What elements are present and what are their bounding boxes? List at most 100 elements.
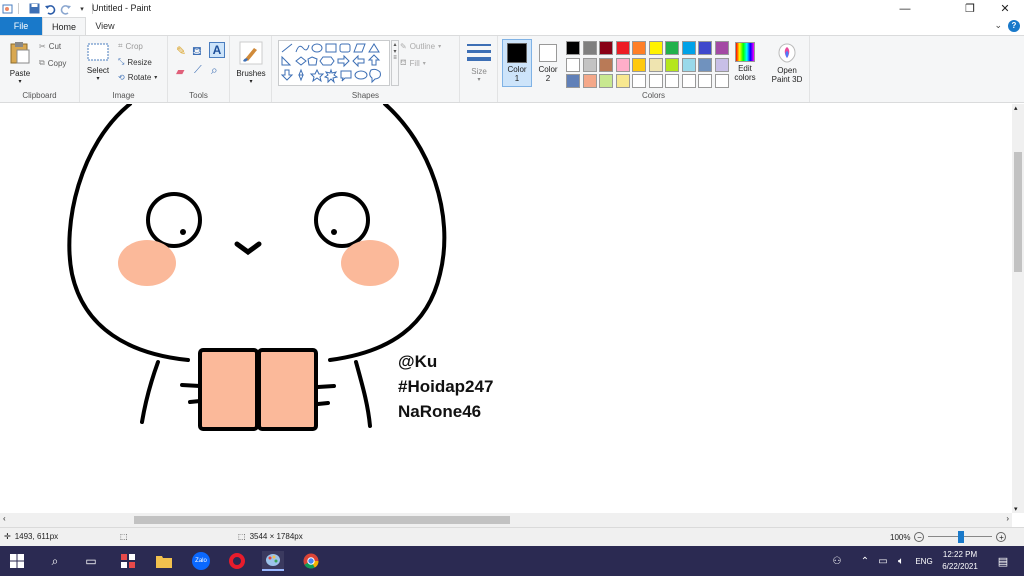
horizontal-scroll-thumb[interactable]: [134, 516, 510, 524]
paint-app-icon[interactable]: [2, 3, 14, 15]
copy-label: Copy: [47, 58, 67, 68]
tab-home[interactable]: Home: [42, 17, 86, 35]
zoom-slider[interactable]: [928, 531, 993, 543]
palette-swatch[interactable]: [665, 57, 679, 72]
drawing-canvas[interactable]: @Ku #Hoidap247 NaRone46: [0, 104, 1012, 513]
text-tool-icon[interactable]: A: [209, 42, 225, 58]
tab-view[interactable]: View: [86, 17, 124, 35]
volume-icon[interactable]: 🔈︎: [890, 551, 912, 571]
chrome-browser-icon[interactable]: [300, 551, 322, 571]
shapes-gallery[interactable]: [278, 40, 390, 86]
palette-swatch[interactable]: [648, 41, 663, 55]
edit-colors-button[interactable]: Edit colors: [730, 39, 760, 87]
eraser-icon[interactable]: ▰: [176, 65, 184, 78]
shapes-scroll[interactable]: ▴ ▾ ≡: [391, 40, 399, 86]
undo-icon[interactable]: [44, 3, 56, 15]
color1-button[interactable]: Color 1: [502, 39, 532, 87]
palette-swatch[interactable]: [582, 57, 597, 72]
palette-swatch[interactable]: [599, 41, 613, 55]
paint-app-icon[interactable]: [262, 551, 284, 571]
zoom-in-icon[interactable]: +: [996, 532, 1007, 542]
palette-swatch[interactable]: [681, 41, 696, 55]
palette-swatch[interactable]: [698, 74, 712, 88]
copy-button[interactable]: ⧉ Copy: [39, 58, 66, 68]
fill-bucket-icon[interactable]: ⛾: [192, 44, 202, 60]
redo-icon[interactable]: [60, 3, 72, 15]
palette-swatch[interactable]: [566, 57, 580, 72]
palette-swatch[interactable]: [648, 74, 663, 88]
palette-swatch[interactable]: [665, 74, 679, 88]
opera-browser-icon[interactable]: [226, 551, 248, 571]
palette-swatch[interactable]: [566, 74, 580, 88]
palette-swatch[interactable]: [599, 57, 613, 72]
color2-button[interactable]: Color 2: [534, 39, 562, 87]
vertical-scrollbar[interactable]: ▴ ▾: [1012, 104, 1024, 513]
scroll-down-icon[interactable]: ▾: [1014, 505, 1018, 513]
tab-file[interactable]: File: [0, 17, 42, 35]
palette-swatch[interactable]: [615, 57, 630, 72]
pencil-icon[interactable]: ✎: [176, 44, 186, 58]
palette-swatch[interactable]: [698, 41, 712, 55]
palette-swatch[interactable]: [714, 41, 729, 55]
paste-button[interactable]: Paste ▾: [5, 41, 35, 85]
notifications-icon[interactable]: ▤: [992, 551, 1014, 571]
select-dropdown-icon[interactable]: ▾: [84, 75, 112, 82]
task-view-icon[interactable]: ▭: [80, 551, 102, 571]
size-button[interactable]: Size ▾: [464, 41, 494, 83]
palette-swatch[interactable]: [599, 74, 613, 88]
scroll-up-icon[interactable]: ▴: [1014, 104, 1018, 112]
scroll-right-icon[interactable]: ›: [1006, 514, 1009, 523]
customize-dropdown-icon[interactable]: ▾: [76, 3, 88, 15]
fill-button[interactable]: ⛾ Fill ▾: [400, 58, 426, 68]
palette-swatch[interactable]: [714, 74, 729, 88]
magnifier-icon[interactable]: ⌕: [211, 63, 218, 78]
palette-swatch[interactable]: [632, 74, 646, 88]
palette-swatch[interactable]: [582, 74, 597, 88]
palette-swatch[interactable]: [615, 74, 630, 88]
people-icon[interactable]: ⚇: [826, 551, 848, 571]
collapse-ribbon-icon[interactable]: ⌄: [994, 20, 1002, 31]
save-icon[interactable]: [28, 3, 40, 15]
palette-swatch[interactable]: [632, 57, 646, 72]
help-icon[interactable]: ?: [1008, 20, 1020, 32]
palette-swatch[interactable]: [648, 57, 663, 72]
close-button[interactable]: ✕: [988, 0, 1022, 17]
palette-swatch[interactable]: [681, 74, 696, 88]
minimize-button[interactable]: —: [888, 0, 922, 17]
select-button[interactable]: Select ▾: [84, 42, 112, 82]
crop-button[interactable]: ⌗ Crop: [118, 41, 143, 51]
palette-swatch[interactable]: [566, 41, 580, 55]
right-body-line: [354, 360, 372, 428]
palette-swatch[interactable]: [681, 57, 696, 72]
zalo-chat-icon[interactable]: Zalo: [190, 551, 212, 571]
palette-swatch[interactable]: [698, 57, 712, 72]
color-picker-icon[interactable]: ⟋: [194, 64, 202, 77]
rotate-button[interactable]: ⟲ Rotate ▾: [118, 73, 157, 82]
zoom-slider-thumb[interactable]: [958, 531, 965, 543]
restore-button[interactable]: ❐: [953, 0, 987, 17]
zalo-app-icon[interactable]: [117, 551, 139, 571]
file-explorer-icon[interactable]: [153, 551, 175, 571]
brushes-dropdown-icon[interactable]: ▾: [234, 78, 268, 85]
search-icon[interactable]: ⌕: [44, 551, 66, 571]
clock[interactable]: 12:22 PM 6/22/2021: [936, 549, 984, 573]
resize-button[interactable]: ⤡ Resize: [118, 57, 152, 67]
open-paint3d-button[interactable]: Open Paint 3D: [766, 40, 808, 88]
horizontal-scrollbar[interactable]: ‹ ›: [0, 513, 1012, 527]
zoom-out-icon[interactable]: −: [914, 532, 925, 542]
outline-button[interactable]: ✎ Outline ▾: [400, 42, 441, 51]
brushes-button[interactable]: Brushes ▾: [234, 41, 268, 85]
windows-start-icon[interactable]: [6, 551, 28, 571]
scroll-left-icon[interactable]: ‹: [3, 514, 6, 523]
input-language[interactable]: ENG: [912, 551, 936, 571]
palette-swatch[interactable]: [582, 41, 597, 55]
paste-dropdown-icon[interactable]: ▾: [5, 78, 35, 85]
palette-swatch[interactable]: [665, 41, 679, 55]
rotate-dropdown-icon[interactable]: ▾: [154, 74, 157, 81]
vertical-scroll-thumb[interactable]: [1014, 152, 1022, 272]
palette-swatch[interactable]: [615, 41, 630, 55]
palette-swatch[interactable]: [714, 57, 729, 72]
palette-swatch[interactable]: [632, 41, 646, 55]
edit-colors-line1: Edit: [738, 64, 752, 73]
cut-button[interactable]: ✂ Cut: [39, 42, 61, 51]
